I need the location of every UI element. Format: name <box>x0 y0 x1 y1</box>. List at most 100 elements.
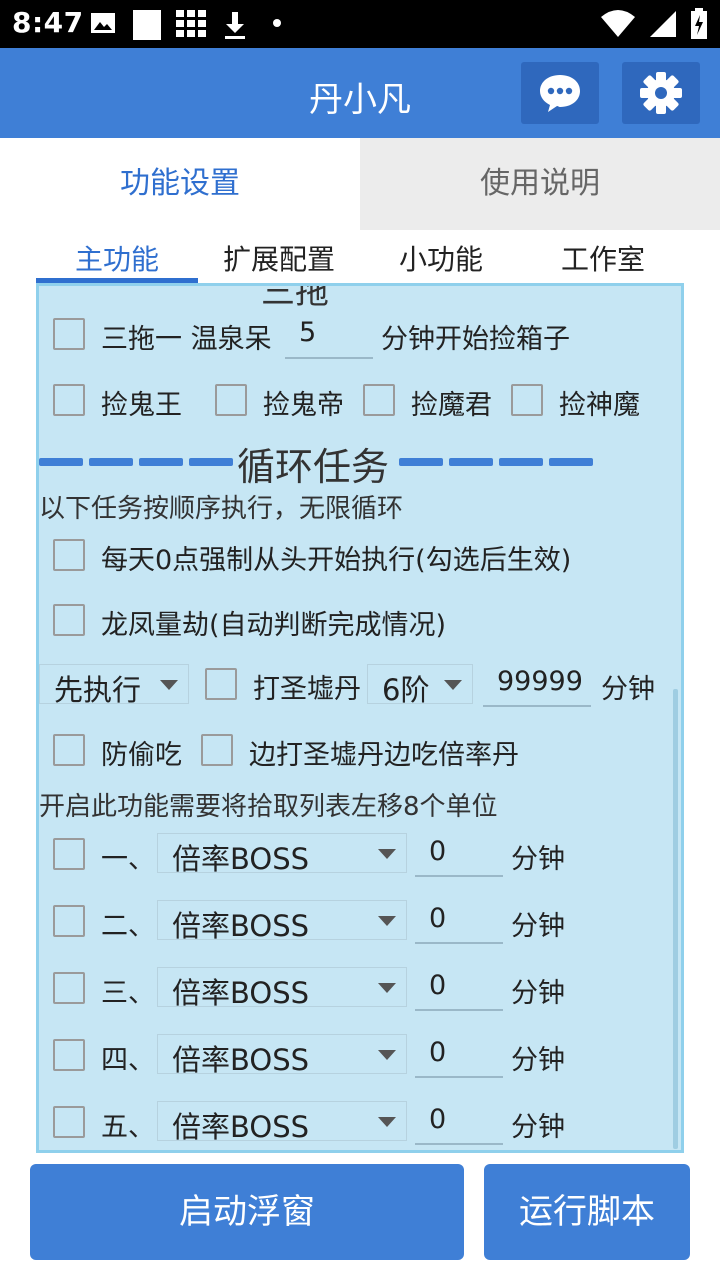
message-button[interactable] <box>521 62 599 124</box>
santuo-row: 三拖一 温泉呆 5 分钟开始捡箱子 <box>39 311 679 361</box>
subtab-main[interactable]: 主功能 <box>36 238 198 278</box>
pick-god-demon-label: 捡神魔 <box>559 390 640 421</box>
anti-steal-label: 防偷吃 <box>101 740 182 771</box>
daily-reset-row: 每天0点强制从头开始执行(勾选后生效) <box>39 532 679 582</box>
boss-select[interactable]: 倍率BOSS <box>157 1034 407 1077</box>
image-notification-icon <box>91 13 115 33</box>
divider-dash <box>449 458 493 466</box>
daily-reset-label: 每天0点强制从头开始执行(勾选后生效) <box>101 545 572 576</box>
divider-dash <box>399 458 443 466</box>
santuo-minutes-input[interactable]: 5 <box>285 315 373 359</box>
boss-row-label: 五、 <box>101 1112 155 1143</box>
exec-mode-select[interactable]: 先执行 <box>39 664 189 707</box>
chevron-down-icon <box>378 983 396 993</box>
boss-row: 四、 倍率BOSS 0 分钟 <box>39 1032 679 1082</box>
eat-rate-label: 边打圣墟丹边吃倍率丹 <box>249 740 519 771</box>
boss-select[interactable]: 倍率BOSS <box>157 833 407 876</box>
gear-icon <box>640 72 682 114</box>
chevron-down-icon <box>378 1050 396 1060</box>
divider-dash <box>499 458 543 466</box>
tab-instructions[interactable]: 使用说明 <box>360 138 720 230</box>
chevron-down-icon <box>378 1117 396 1127</box>
loop-description: 以下任务按顺序执行，无限循环 <box>39 494 404 524</box>
app-title: 丹小凡 <box>309 80 411 120</box>
pick-row: 捡鬼王 捡鬼帝 捡魔君 捡神魔 <box>39 377 679 427</box>
subtab-studio[interactable]: 工作室 <box>522 238 684 278</box>
divider-dash <box>549 458 593 466</box>
tab-function-settings[interactable]: 功能设置 <box>0 138 360 230</box>
divider-dash <box>89 458 133 466</box>
pick-ghost-emperor-checkbox[interactable] <box>215 384 247 416</box>
boss-select[interactable]: 倍率BOSS <box>157 967 407 1010</box>
square-notification-icon <box>133 10 161 40</box>
santuo-checkbox[interactable] <box>53 318 85 350</box>
shengxu-row: 先执行 打圣墟丹 6阶 99999 分钟 <box>39 661 679 711</box>
boss-minutes-input[interactable]: 0 <box>415 1034 503 1078</box>
boss-row-label: 三、 <box>101 978 155 1009</box>
boss-minutes-input[interactable]: 0 <box>415 1101 503 1145</box>
loop-task-title: 循环任务 <box>237 445 390 489</box>
boss-minute-unit: 分钟 <box>511 978 565 1009</box>
status-bar: 8:47 <box>0 0 720 48</box>
longfeng-row: 龙凤量劫(自动判断完成情况) <box>39 597 679 647</box>
shengxu-label: 打圣墟丹 <box>253 674 361 705</box>
pick-ghost-king-label: 捡鬼王 <box>101 390 182 421</box>
shengxu-level-select[interactable]: 6阶 <box>367 664 473 707</box>
boss-select[interactable]: 倍率BOSS <box>157 900 407 943</box>
boss-minutes-input[interactable]: 0 <box>415 833 503 877</box>
eat-rate-checkbox[interactable] <box>201 734 233 766</box>
divider-dash <box>139 458 183 466</box>
boss-row-checkbox[interactable] <box>53 1039 85 1071</box>
boss-row-checkbox[interactable] <box>53 905 85 937</box>
start-float-window-button[interactable]: 启动浮窗 <box>30 1164 464 1260</box>
boss-minute-unit: 分钟 <box>511 844 565 875</box>
wifi-icon <box>601 10 635 37</box>
chevron-down-icon <box>378 916 396 926</box>
subtab-mini[interactable]: 小功能 <box>360 238 522 278</box>
message-icon <box>540 75 580 112</box>
boss-select[interactable]: 倍率BOSS <box>157 1101 407 1144</box>
panel-scrollbar[interactable] <box>673 689 678 1149</box>
boss-minutes-input[interactable]: 0 <box>415 967 503 1011</box>
run-script-button[interactable]: 运行脚本 <box>484 1164 690 1260</box>
longfeng-checkbox[interactable] <box>53 604 85 636</box>
daily-reset-checkbox[interactable] <box>53 539 85 571</box>
santuo-label: 三拖一 温泉呆 <box>101 324 272 355</box>
boss-row-label: 二、 <box>101 911 155 942</box>
subtab-extension[interactable]: 扩展配置 <box>198 238 360 278</box>
boss-row-checkbox[interactable] <box>53 972 85 1004</box>
boss-minute-unit: 分钟 <box>511 1045 565 1076</box>
section-heading-cut: 三拖 <box>261 283 329 312</box>
download-icon <box>225 12 245 39</box>
chevron-down-icon <box>378 849 396 859</box>
top-tabs: 功能设置 使用说明 <box>0 138 720 230</box>
pick-ghost-king-checkbox[interactable] <box>53 384 85 416</box>
chevron-down-icon <box>160 680 178 690</box>
boss-row: 五、 倍率BOSS 0 分钟 <box>39 1099 679 1149</box>
pick-demon-lord-label: 捡魔君 <box>411 390 492 421</box>
boss-minute-unit: 分钟 <box>511 1112 565 1143</box>
boss-minute-unit: 分钟 <box>511 911 565 942</box>
boss-row: 二、 倍率BOSS 0 分钟 <box>39 898 679 948</box>
divider-dash <box>189 458 233 466</box>
grid-notification-icon <box>176 10 206 37</box>
status-time: 8:47 <box>12 6 84 39</box>
sub-tabs: 主功能 扩展配置 小功能 工作室 <box>0 232 720 284</box>
boss-row-label: 四、 <box>101 1045 155 1076</box>
settings-button[interactable] <box>622 62 700 124</box>
settings-panel[interactable]: 三拖 三拖一 温泉呆 5 分钟开始捡箱子 捡鬼王 捡鬼帝 捡魔君 捡神魔 循环任… <box>36 283 684 1153</box>
pick-demon-lord-checkbox[interactable] <box>363 384 395 416</box>
boss-row: 一、 倍率BOSS 0 分钟 <box>39 831 679 881</box>
boss-row-checkbox[interactable] <box>53 838 85 870</box>
boss-minutes-input[interactable]: 0 <box>415 900 503 944</box>
signal-icon <box>650 11 676 37</box>
pick-god-demon-checkbox[interactable] <box>511 384 543 416</box>
notice-text: 开启此功能需要将拾取列表左移8个单位 <box>39 792 498 822</box>
longfeng-label: 龙凤量劫(自动判断完成情况) <box>101 610 447 641</box>
shengxu-minute-unit: 分钟 <box>601 674 655 705</box>
boss-row-checkbox[interactable] <box>53 1106 85 1138</box>
app-bar: 丹小凡 <box>0 48 720 138</box>
shengxu-checkbox[interactable] <box>205 668 237 700</box>
anti-steal-checkbox[interactable] <box>53 734 85 766</box>
shengxu-minutes-input[interactable]: 99999 <box>483 663 591 707</box>
